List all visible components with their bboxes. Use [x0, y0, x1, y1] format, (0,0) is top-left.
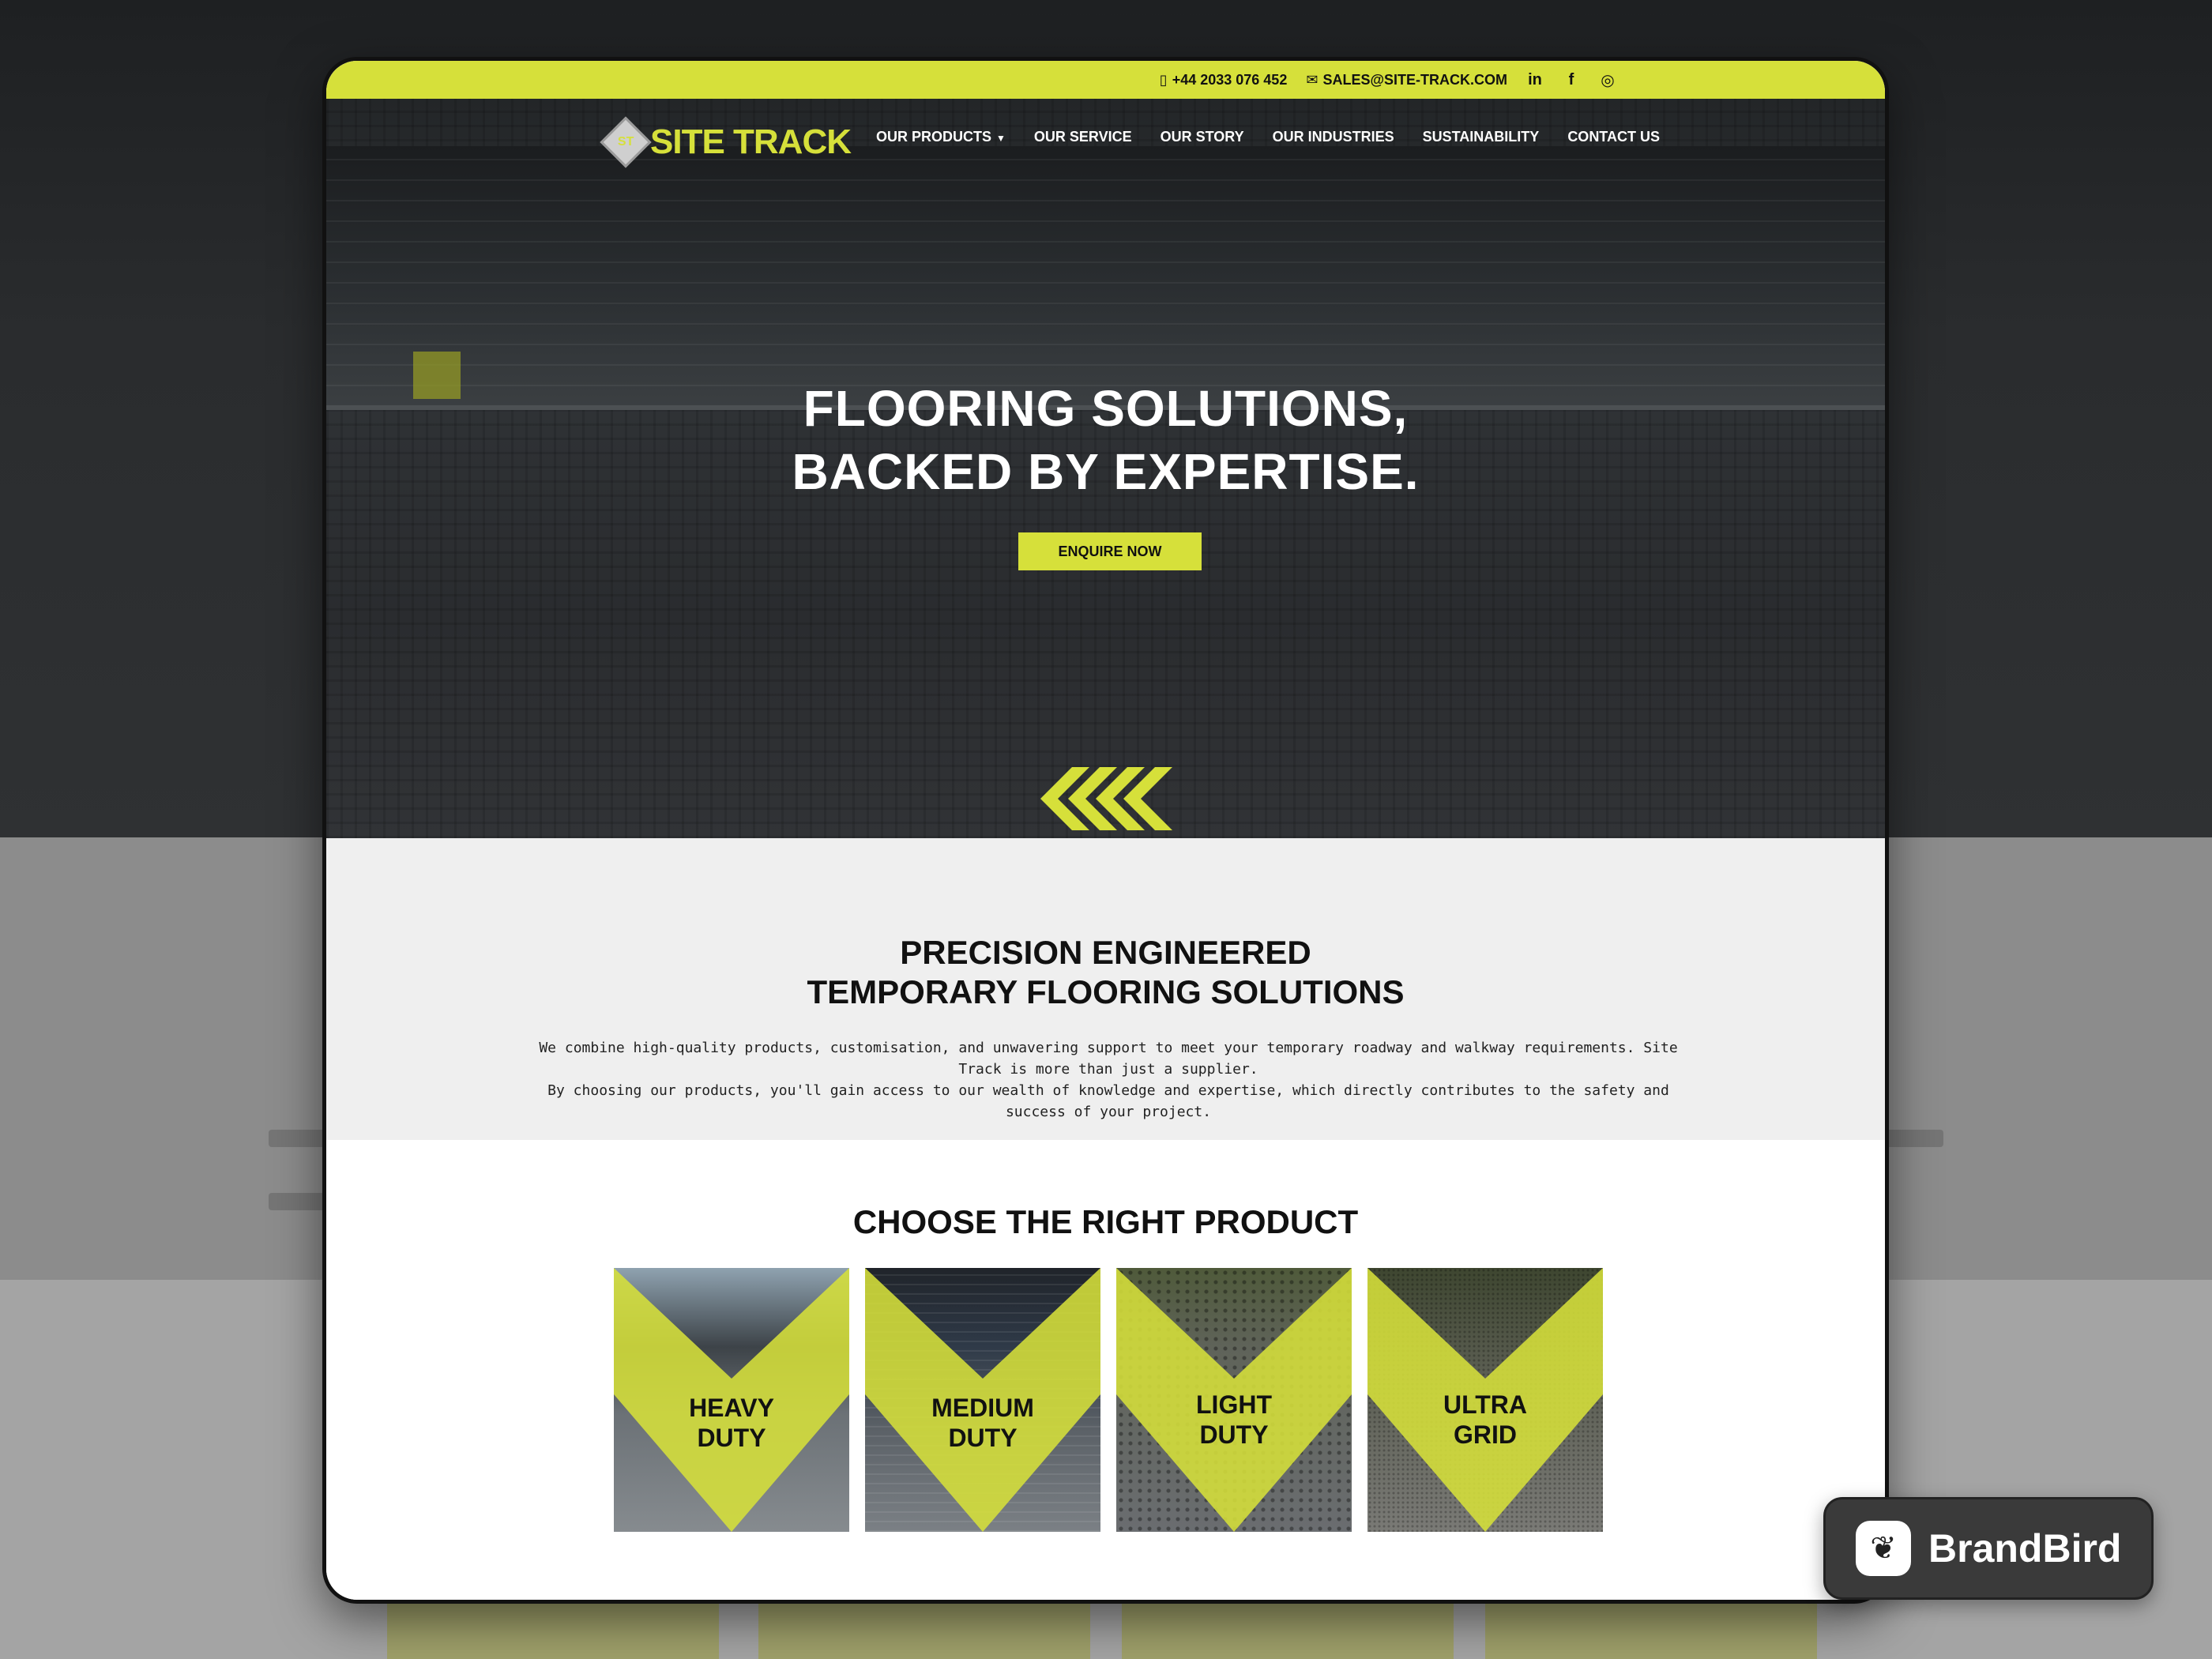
product-card-ultra-grid[interactable]: ULTRA GRID [1367, 1268, 1603, 1532]
site-logo[interactable]: ST SITE TRACK [600, 116, 852, 168]
product-cards: HEAVY DUTY MEDIUM DUTY LIGHT DUTY ULTRA … [614, 1268, 1603, 1532]
brandbird-badge: ❦ BrandBird [1823, 1497, 2154, 1600]
nav-item-contact-us[interactable]: CONTACT US [1567, 129, 1660, 145]
card-label-line1: LIGHT [1196, 1390, 1272, 1419]
nav-item-our-service[interactable]: OUR SERVICE [1034, 129, 1132, 145]
logo-text: SITE TRACK [650, 122, 852, 161]
intro-paragraph-1: We combine high-quality products, custom… [539, 1040, 1678, 1078]
chevron-divider-icon [1040, 767, 1172, 830]
hero-headline-line2: BACKED BY EXPERTISE. [792, 443, 1420, 500]
heavy-duty-label: HEAVY DUTY [614, 1393, 849, 1453]
linkedin-icon[interactable]: in [1526, 71, 1544, 89]
nav-item-our-industries[interactable]: OUR INDUSTRIES [1273, 129, 1394, 145]
card-label-line1: ULTRA [1443, 1390, 1528, 1419]
stadium-stands-image [326, 146, 1885, 407]
product-card-heavy-duty[interactable]: HEAVY DUTY [614, 1268, 849, 1532]
card-label-line2: DUTY [1199, 1420, 1269, 1449]
enquire-now-button[interactable]: ENQUIRE NOW [1018, 532, 1202, 570]
facebook-icon[interactable]: f [1563, 71, 1580, 89]
instagram-icon[interactable]: ◎ [1599, 70, 1616, 90]
products-section: CHOOSE THE RIGHT PRODUCT HEAVY DUTY MEDI… [326, 1140, 1885, 1600]
medium-duty-label: MEDIUM DUTY [865, 1393, 1100, 1453]
nav-item-sustainability[interactable]: SUSTAINABILITY [1423, 129, 1540, 145]
backdrop-text-blur [1880, 1130, 1943, 1147]
hero-headline-line1: FLOORING SOLUTIONS, [803, 380, 1409, 437]
main-navigation: ST SITE TRACK OUR PRODUCTS ▼ OUR SERVICE … [326, 99, 1885, 178]
intro-title-line1: PRECISION ENGINEERED [900, 934, 1311, 971]
hero-section: ST SITE TRACK OUR PRODUCTS ▼ OUR SERVICE … [326, 99, 1885, 838]
mail-icon: ✉ [1306, 71, 1319, 88]
product-card-medium-duty[interactable]: MEDIUM DUTY [865, 1268, 1100, 1532]
intro-title: PRECISION ENGINEERED TEMPORARY FLOORING … [326, 933, 1885, 1012]
intro-section: PRECISION ENGINEERED TEMPORARY FLOORING … [326, 838, 1885, 1140]
contact-topbar: ▯ +44 2033 076 452 ✉ SALES@SITE-TRACK.CO… [326, 61, 1885, 99]
nav-menu: OUR PRODUCTS ▼ OUR SERVICE OUR STORY OUR … [876, 129, 1660, 145]
card-label-line2: DUTY [697, 1424, 766, 1452]
phone-icon: ▯ [1159, 71, 1168, 88]
email-address: SALES@SITE-TRACK.COM [1322, 71, 1507, 88]
intro-text: We combine high-quality products, custom… [532, 1037, 1685, 1123]
brandbird-logo-icon: ❦ [1856, 1521, 1911, 1576]
hero-headline: FLOORING SOLUTIONS, BACKED BY EXPERTISE. [326, 377, 1885, 503]
products-title: CHOOSE THE RIGHT PRODUCT [852, 1203, 1359, 1240]
logo-mark-icon: ST [600, 116, 652, 168]
logo-mark-text: ST [617, 134, 634, 149]
chevron-down-icon: ▼ [996, 133, 1006, 144]
phone-contact[interactable]: ▯ +44 2033 076 452 [1160, 72, 1288, 88]
card-label-line1: HEAVY [689, 1394, 774, 1422]
ultra-grid-label: ULTRA GRID [1367, 1390, 1603, 1450]
nav-item-our-story[interactable]: OUR STORY [1161, 129, 1244, 145]
light-duty-label: LIGHT DUTY [1116, 1390, 1352, 1450]
email-contact[interactable]: ✉ SALES@SITE-TRACK.COM [1306, 72, 1507, 88]
intro-paragraph-2: By choosing our products, you'll gain ac… [547, 1082, 1669, 1120]
product-card-light-duty[interactable]: LIGHT DUTY [1116, 1268, 1352, 1532]
brandbird-label: BrandBird [1928, 1526, 2122, 1571]
nav-item-our-products[interactable]: OUR PRODUCTS ▼ [876, 129, 1006, 145]
card-label-line2: DUTY [948, 1424, 1018, 1452]
card-label-line1: MEDIUM [931, 1394, 1034, 1422]
intro-title-line2: TEMPORARY FLOORING SOLUTIONS [807, 973, 1405, 1010]
card-label-line2: GRID [1454, 1420, 1517, 1449]
nav-label: OUR PRODUCTS [876, 129, 992, 145]
website-frame: ▯ +44 2033 076 452 ✉ SALES@SITE-TRACK.CO… [322, 57, 1889, 1604]
phone-number: +44 2033 076 452 [1172, 71, 1288, 88]
